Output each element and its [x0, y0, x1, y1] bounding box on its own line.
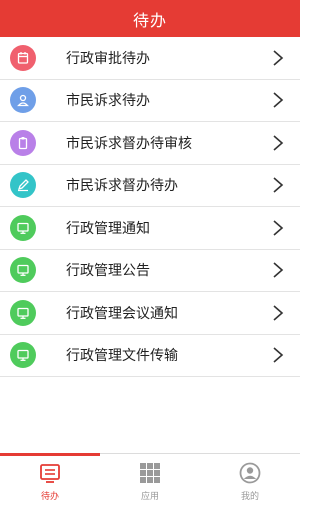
chevron-right-icon [273, 50, 284, 66]
list-item-citizen-supervise-review[interactable]: 市民诉求督办待审核 [0, 122, 300, 165]
monitor-icon [10, 257, 36, 284]
list-item-admin-notice[interactable]: 行政管理通知 [0, 207, 300, 250]
list-item-citizen-supervise-todo[interactable]: 市民诉求督办待办 [0, 164, 300, 207]
todo-icon [40, 464, 60, 483]
list-item-admin-announcement[interactable]: 行政管理公告 [0, 249, 300, 292]
tab-todo[interactable]: 待办 [0, 453, 100, 530]
page-title: 待办 [132, 10, 167, 30]
chevron-right-icon [273, 135, 284, 151]
pen-icon [10, 172, 36, 199]
chevron-right-icon [273, 262, 284, 278]
monitor-icon [10, 299, 36, 326]
list-item-label: 行政管理公告 [66, 263, 150, 280]
chevron-right-icon [273, 92, 284, 108]
tab-label: 应用 [140, 492, 159, 502]
chevron-right-icon [273, 305, 284, 321]
list-item-admin-file-transfer[interactable]: 行政管理文件传输 [0, 334, 300, 377]
tab-label: 待办 [40, 492, 59, 502]
list-item-admin-approval[interactable]: 行政审批待办 [0, 37, 300, 80]
monitor-icon [10, 342, 36, 369]
todo-list: 行政审批待办 市民诉求待办 市民诉求督办待审核 市民诉求督办待办 行政管理通知 [0, 37, 300, 377]
bottom-tab-bar: 待办 应用 我的 [0, 453, 300, 530]
person-icon [10, 87, 36, 114]
tab-mine[interactable]: 我的 [200, 454, 300, 530]
chevron-right-icon [273, 177, 284, 193]
chevron-right-icon [273, 347, 284, 363]
chevron-right-icon [273, 220, 284, 236]
list-item-admin-meeting-notice[interactable]: 行政管理会议通知 [0, 292, 300, 335]
monitor-icon [10, 214, 36, 241]
list-item-label: 市民诉求督办待审核 [66, 135, 192, 152]
tab-label: 我的 [240, 492, 259, 502]
list-item-label: 行政审批待办 [66, 50, 150, 67]
apps-grid-icon [140, 463, 160, 483]
list-item-citizen-request[interactable]: 市民诉求待办 [0, 79, 300, 122]
list-item-label: 行政管理文件传输 [66, 348, 178, 365]
list-item-label: 市民诉求待办 [66, 93, 150, 110]
list-item-label: 市民诉求督办待办 [66, 178, 178, 195]
clip-icon [10, 129, 36, 156]
calendar-icon [10, 44, 36, 71]
list-item-label: 行政管理会议通知 [66, 305, 178, 322]
user-icon [239, 462, 261, 484]
tab-apps[interactable]: 应用 [100, 454, 200, 530]
app-header: 待办 [0, 0, 300, 37]
list-item-label: 行政管理通知 [66, 220, 150, 237]
